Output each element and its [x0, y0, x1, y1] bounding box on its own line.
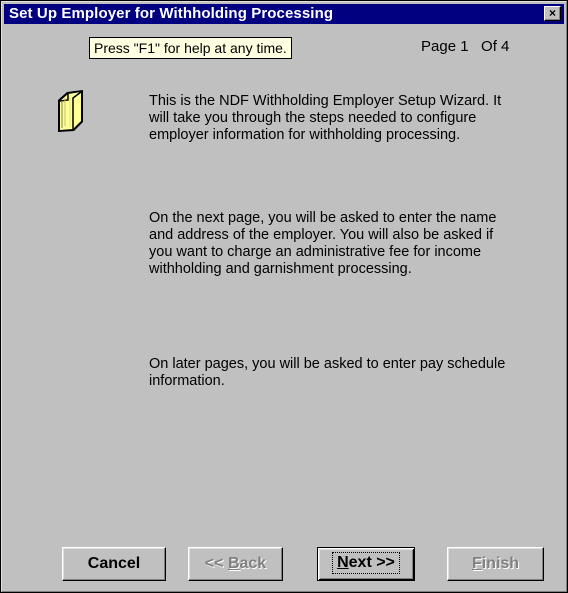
close-icon: ×	[548, 6, 556, 20]
help-tooltip: Press "F1" for help at any time.	[89, 37, 292, 59]
close-button[interactable]: ×	[544, 6, 561, 21]
page-indicator: Page 1 Of 4	[421, 38, 509, 55]
cancel-button[interactable]: Cancel	[62, 547, 166, 581]
cancel-button-label: Cancel	[87, 555, 141, 572]
back-button[interactable]: << Back	[188, 547, 283, 581]
intro-paragraph: This is the NDF Withholding Employer Set…	[149, 93, 502, 143]
folder-icon	[58, 90, 83, 132]
wizard-window: Set Up Employer for Withholding Processi…	[0, 0, 568, 593]
later-pages-paragraph: On later pages, you will be asked to ent…	[149, 356, 506, 389]
finish-button[interactable]: Finish	[447, 547, 544, 581]
back-button-label: << Back	[204, 555, 267, 572]
title-bar[interactable]: Set Up Employer for Withholding Processi…	[4, 4, 564, 24]
window-title: Set Up Employer for Withholding Processi…	[9, 5, 334, 22]
next-button-label: Next >>	[332, 552, 400, 574]
finish-button-label: Finish	[471, 555, 520, 572]
page-indicator-text: Page 1 Of 4	[421, 38, 510, 55]
next-page-paragraph: On the next page, you will be asked to e…	[149, 210, 497, 277]
next-button[interactable]: Next >>	[317, 547, 415, 581]
